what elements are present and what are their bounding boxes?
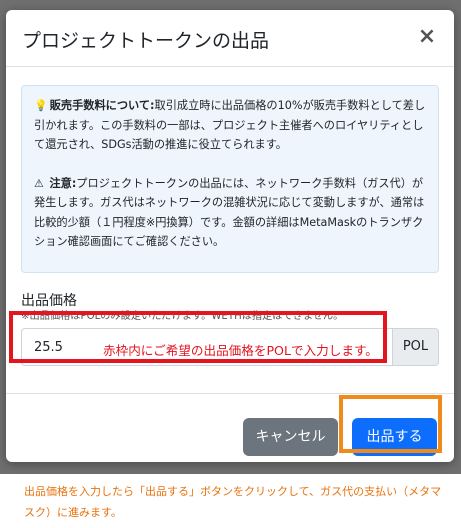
list-button-highlight-frame: [339, 395, 442, 453]
warning-text: プロジェクトトークンの出品には、ネットワーク手数料（ガス代）が発生します。ガス代…: [34, 176, 425, 249]
cancel-button[interactable]: キャンセル: [243, 418, 338, 456]
close-icon[interactable]: ×: [414, 24, 440, 50]
warning-heading: 注意:: [49, 176, 77, 190]
modal-title: プロジェクトトークンの出品: [22, 30, 270, 52]
fee-info: 💡 販売手数料について:取引成立時に出品価格の10%が販売手数料として差し引かれま…: [34, 96, 426, 155]
warning-info: ⚠ 注意:プロジェクトトークンの出品には、ネットワーク手数料（ガス代）が発生しま…: [34, 174, 426, 252]
warning-icon: ⚠: [34, 176, 44, 190]
modal-header: プロジェクトトークンの出品 ×: [6, 10, 454, 67]
info-alert: 💡 販売手数料について:取引成立時に出品価格の10%が販売手数料として差し引かれま…: [21, 85, 439, 273]
instruction-caption: 出品価格を入力したら「出品する」ボタンをクリックして、ガス代の支払い（メタマスク…: [24, 485, 442, 519]
currency-suffix: POL: [392, 328, 439, 366]
price-input-hint: 赤枠内にご希望の出品価格をPOLで入力します。: [103, 343, 378, 358]
lightbulb-icon: 💡: [34, 99, 48, 112]
fee-heading: 販売手数料について:: [49, 99, 155, 112]
